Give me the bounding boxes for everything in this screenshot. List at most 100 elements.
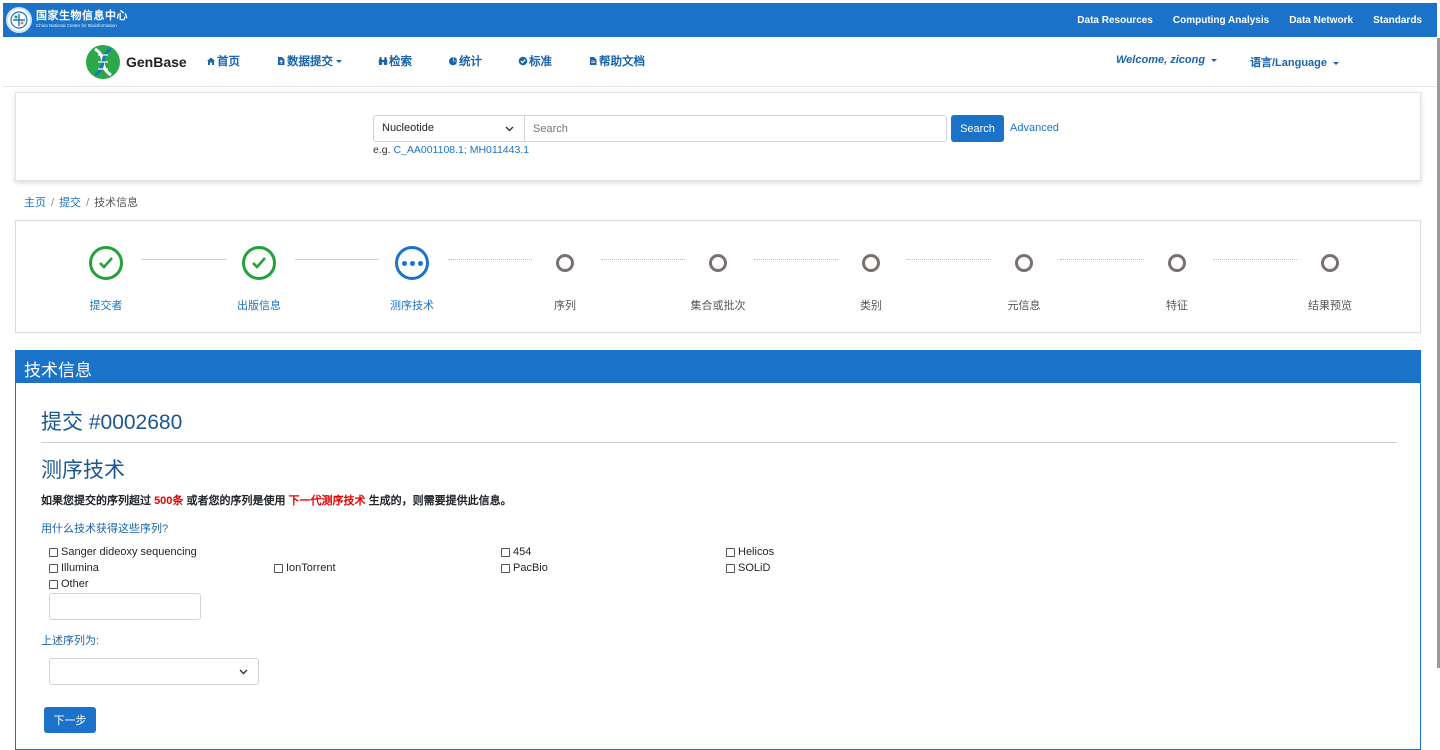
step-connector <box>754 259 838 260</box>
org-name-cn: 国家生物信息中心 <box>36 10 128 23</box>
step-connector <box>907 259 991 260</box>
checkbox-box[interactable] <box>726 563 735 573</box>
genbase-logo-icon <box>86 45 120 79</box>
step-label: 元信息 <box>1007 300 1041 312</box>
checkbox-box[interactable] <box>726 547 735 557</box>
sequence-type-select[interactable] <box>49 658 259 685</box>
nav-statistics-label: 统计 <box>459 56 482 68</box>
nav-statistics[interactable]: 统计 <box>448 53 482 69</box>
checkbox-other[interactable]: Other <box>49 578 89 590</box>
nav-search[interactable]: 检索 <box>378 53 412 69</box>
nav-search-label: 检索 <box>389 56 412 68</box>
checkbox-label: PacBio <box>513 562 548 574</box>
database-select[interactable]: Nucleotide <box>373 115 525 142</box>
checkbox-label: Illumina <box>61 562 99 574</box>
step-connector <box>601 259 685 260</box>
check-circle-icon <box>518 56 528 66</box>
pending-circle-icon <box>1168 254 1186 272</box>
note-text: 如果您提交的序列超过 <box>41 495 151 507</box>
checkbox-solid[interactable]: SOLiD <box>726 562 770 574</box>
pending-circle-icon <box>556 254 574 272</box>
toplink-data-resources[interactable]: Data Resources <box>1067 15 1163 26</box>
chevron-down-icon <box>505 126 514 132</box>
next-step-button[interactable]: 下一步 <box>44 707 96 733</box>
genbase-brand[interactable]: GenBase <box>84 43 187 81</box>
step-label: 出版信息 <box>237 300 281 312</box>
breadcrumb: 主页 / 提交 / 技术信息 <box>24 194 138 210</box>
checkbox-illumina[interactable]: Illumina <box>49 562 99 574</box>
chevron-down-icon <box>1333 61 1340 65</box>
step-label: 集合或批次 <box>690 300 746 312</box>
toplink-computing-analysis[interactable]: Computing Analysis <box>1163 15 1279 26</box>
breadcrumb-home[interactable]: 主页 <box>24 197 46 209</box>
step-label: 序列 <box>554 300 576 312</box>
section-title: 测序技术 <box>41 459 125 482</box>
toplink-standards[interactable]: Standards <box>1363 15 1437 26</box>
search-input[interactable] <box>524 115 947 142</box>
checkbox-label: IonTorrent <box>286 562 336 574</box>
toplink-data-network[interactable]: Data Network <box>1279 15 1363 26</box>
checkbox-iontorrent[interactable]: IonTorrent <box>274 562 336 574</box>
nav-help-docs-label: 帮助文档 <box>599 56 645 68</box>
submission-number: 提交 #0002680 <box>41 411 183 434</box>
checkbox-sanger[interactable]: Sanger dideoxy sequencing <box>49 546 197 558</box>
top-header-bar: 国家生物信息中心 China National Center for Bioin… <box>3 3 1437 37</box>
nav-home-label: 首页 <box>217 56 240 68</box>
step-label: 类别 <box>860 300 882 312</box>
checkbox-box[interactable] <box>501 563 510 573</box>
org-logo[interactable]: 国家生物信息中心 China National Center for Bioin… <box>6 7 128 33</box>
checkbox-454[interactable]: 454 <box>501 546 531 558</box>
checkbox-box[interactable] <box>501 547 510 557</box>
nav-standards-label: 标准 <box>529 56 552 68</box>
checkbox-helicos[interactable]: Helicos <box>726 546 774 558</box>
check-icon <box>89 246 123 280</box>
step-connector <box>295 259 379 260</box>
user-welcome-text: Welcome, zicong <box>1116 54 1206 66</box>
example-prefix: e.g. <box>373 144 391 156</box>
nav-home[interactable]: 首页 <box>206 53 240 69</box>
note-highlight-tech: 下一代测序技术 <box>288 495 366 507</box>
file-upload-icon <box>278 57 285 65</box>
checkbox-box[interactable] <box>49 579 58 589</box>
step-connector <box>1213 259 1297 260</box>
advanced-search-link[interactable]: Advanced <box>1010 122 1059 134</box>
step-label: 结果预览 <box>1308 300 1352 312</box>
nav-data-submission[interactable]: 数据提交 <box>276 53 342 69</box>
example-accessions-link[interactable]: C_AA001108.1; MH011443.1 <box>393 144 529 156</box>
panel-header: 技术信息 <box>16 351 1420 383</box>
step-label: 提交者 <box>89 300 123 312</box>
language-label: 语言/Language <box>1250 57 1328 69</box>
breadcrumb-separator: / <box>86 197 90 209</box>
document-icon <box>590 57 597 65</box>
nav-help-docs[interactable]: 帮助文档 <box>588 53 645 69</box>
brand-name: GenBase <box>126 54 187 70</box>
breadcrumb-separator: / <box>51 197 55 209</box>
submission-steps: 提交者 出版信息 测序技术 序列 集合或批次 类别 元信息 特征 结果预览 <box>15 220 1421 333</box>
note-text: 或者您的序列是使用 <box>186 495 286 507</box>
checkbox-pacbio[interactable]: PacBio <box>501 562 548 574</box>
step-connector <box>142 259 226 260</box>
pending-circle-icon <box>1321 254 1339 272</box>
chevron-down-icon <box>336 59 342 63</box>
checkbox-box[interactable] <box>49 563 58 573</box>
divider <box>41 442 1397 443</box>
checkbox-box[interactable] <box>274 563 283 573</box>
checkbox-box[interactable] <box>49 547 58 557</box>
user-menu[interactable]: Welcome, zicong <box>1116 54 1218 66</box>
breadcrumb-submit[interactable]: 提交 <box>59 197 81 209</box>
note-text: 生成的，则需要提供此信息。 <box>368 495 512 507</box>
step-connector <box>1060 259 1144 260</box>
step-label: 测序技术 <box>390 300 434 312</box>
main-navbar: GenBase 首页 数据提交 检索 统计 标准 帮助文档 Welcome, z… <box>3 37 1437 87</box>
org-emblem-icon <box>6 7 32 33</box>
search-button[interactable]: Search <box>951 115 1004 142</box>
nav-standards[interactable]: 标准 <box>518 53 552 69</box>
check-icon <box>242 246 276 280</box>
technology-info-panel: 技术信息 提交 #0002680 测序技术 如果您提交的序列超过 500条 或者… <box>15 350 1421 750</box>
org-name-en: China National Center for Bioinformation <box>36 23 117 29</box>
other-technology-input[interactable] <box>49 593 201 620</box>
chevron-down-icon <box>239 669 248 675</box>
language-menu[interactable]: 语言/Language <box>1250 54 1340 70</box>
binoculars-icon <box>378 57 388 65</box>
breadcrumb-current: 技术信息 <box>94 197 139 209</box>
